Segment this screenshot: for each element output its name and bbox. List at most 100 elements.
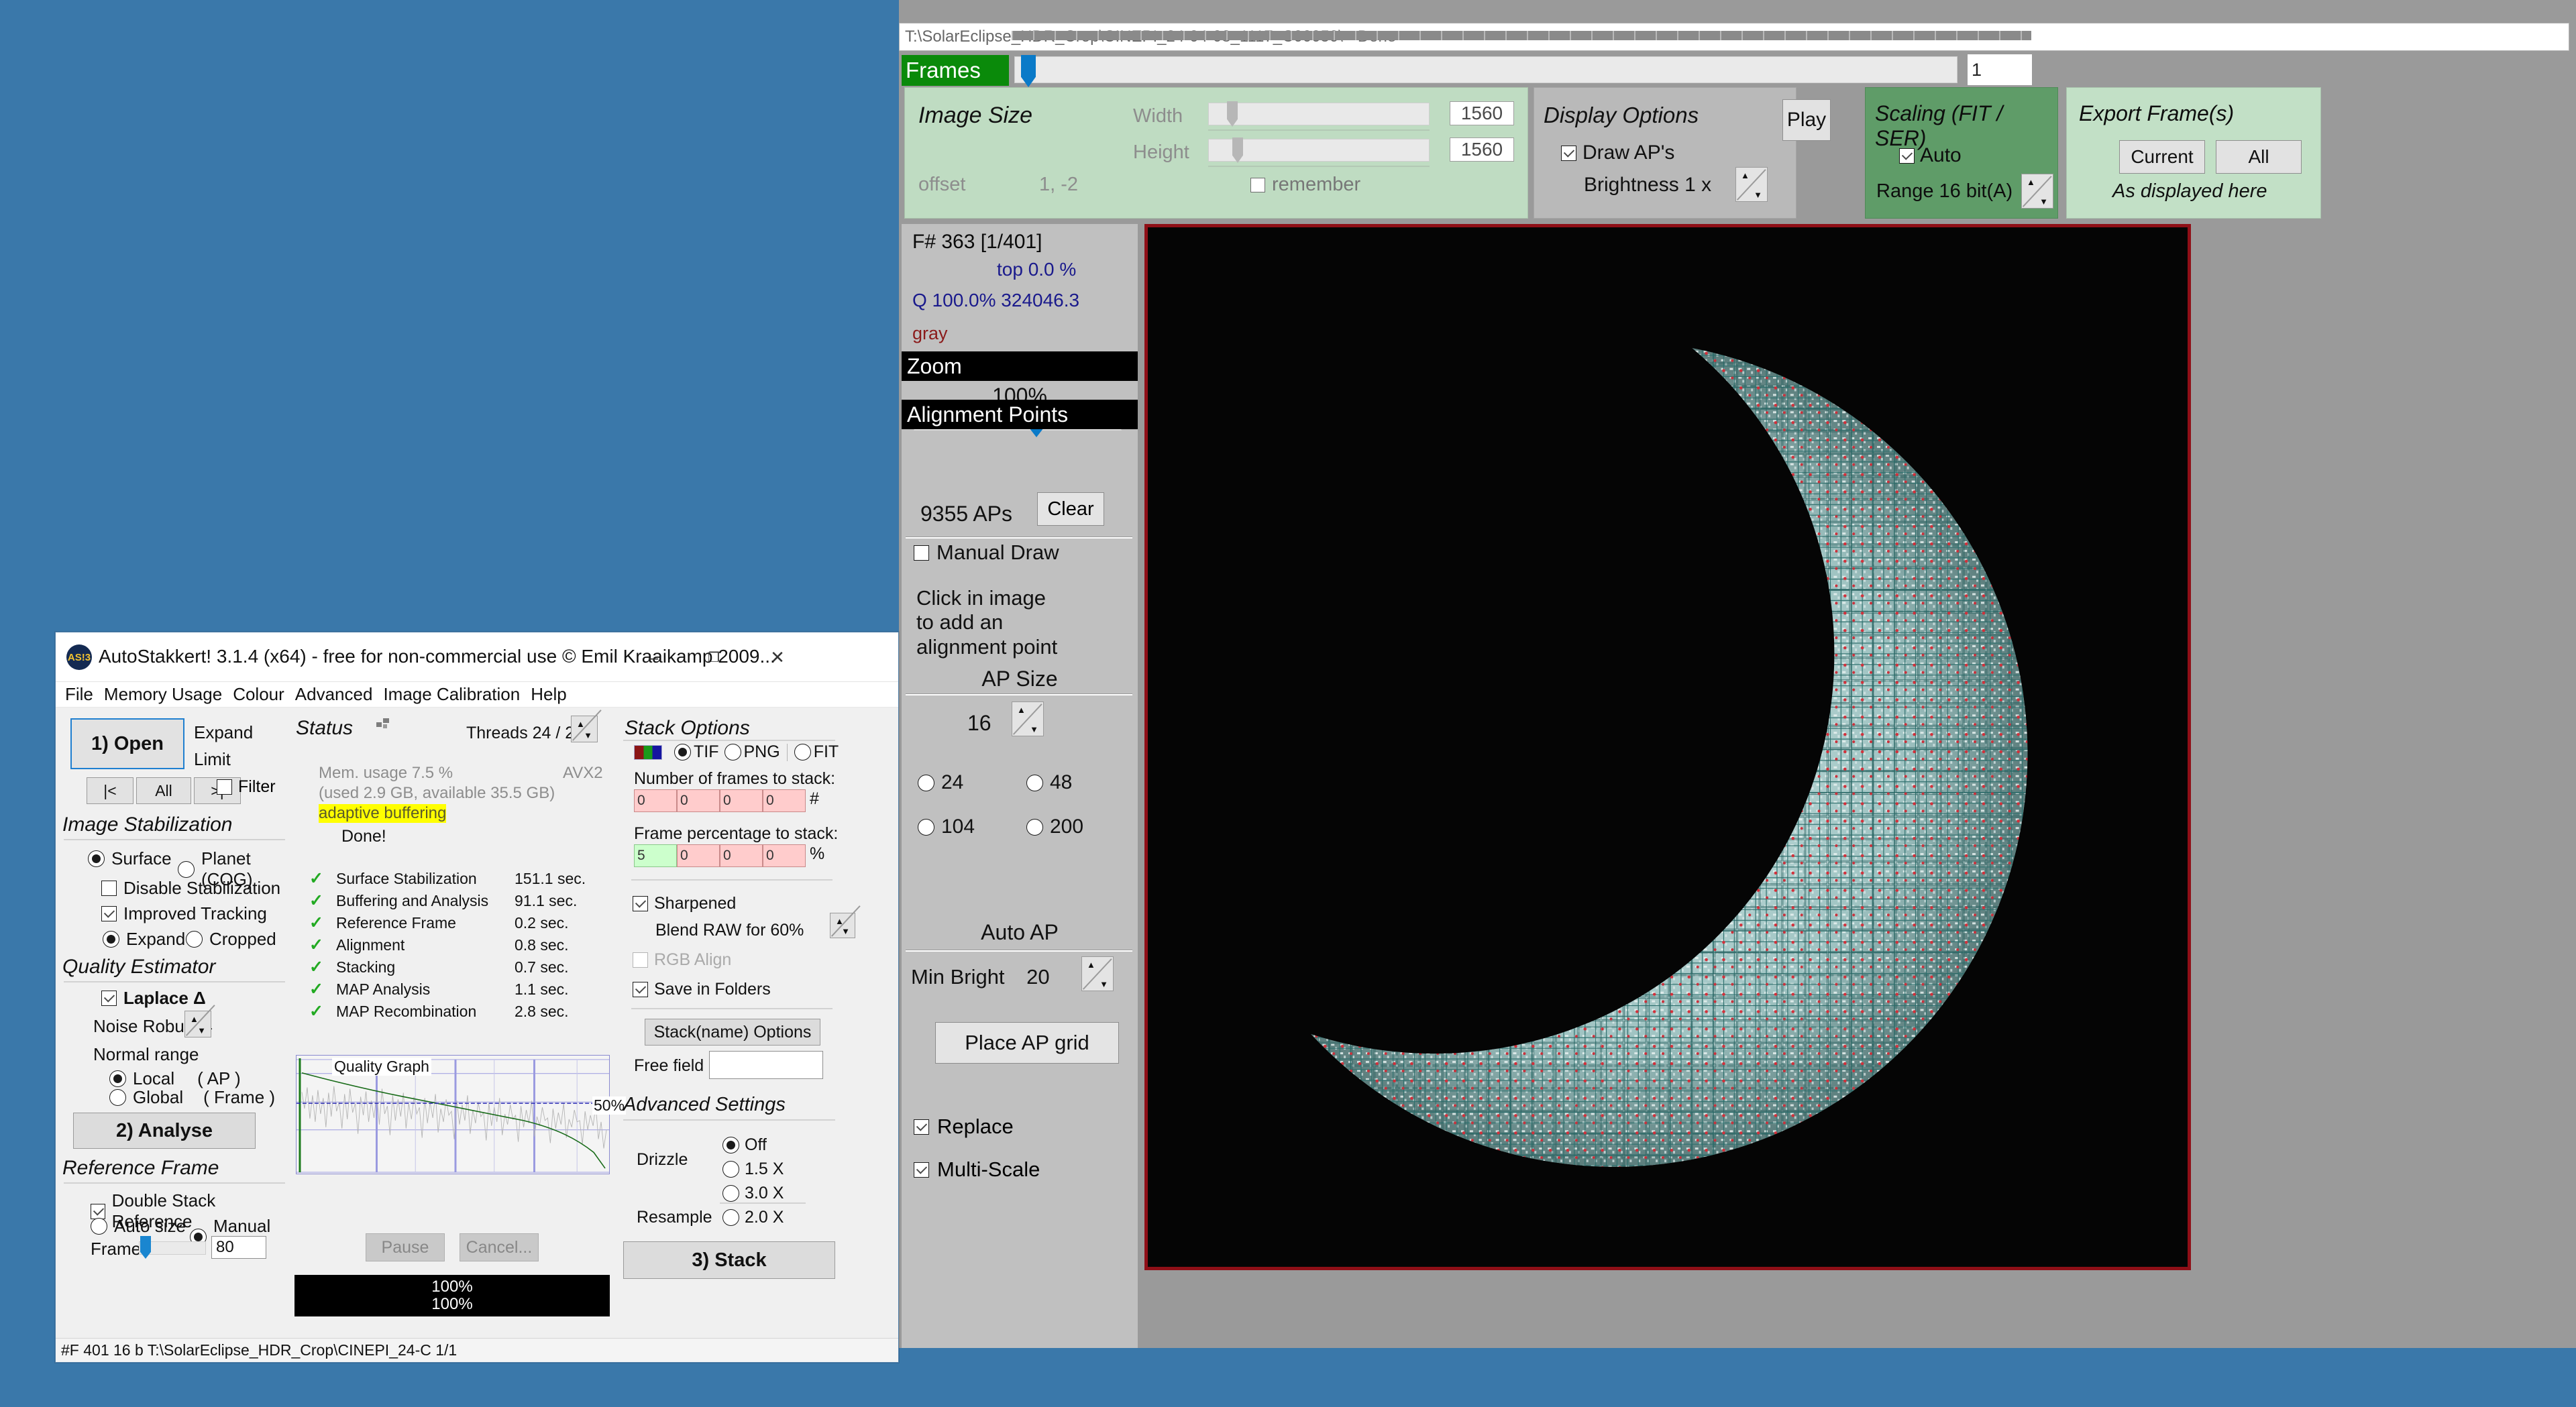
spinner-up-icon[interactable]: ▲: [1741, 170, 1750, 180]
analyse-button[interactable]: 2) Analyse: [73, 1113, 256, 1149]
menu-item-advanced[interactable]: Advanced: [295, 684, 373, 705]
expand-label[interactable]: Expand: [194, 722, 253, 743]
radio-icon[interactable]: [674, 744, 691, 761]
min-bright-spinner[interactable]: ▲ ▼: [1081, 956, 1114, 991]
radio-icon[interactable]: [109, 1070, 126, 1087]
radio-icon[interactable]: [109, 1089, 126, 1106]
drizzle-30-row[interactable]: 3.0 X: [722, 1184, 784, 1203]
spinner-down-icon[interactable]: ▼: [197, 1025, 206, 1035]
ap-size-option-48[interactable]: 48: [1026, 771, 1072, 794]
replace-row[interactable]: Replace: [914, 1115, 1014, 1139]
image-canvas[interactable]: [1144, 224, 2191, 1270]
ap-size-spinner[interactable]: ▲ ▼: [1012, 701, 1044, 736]
spinner-up-icon[interactable]: ▲: [1087, 960, 1095, 970]
laplace-row[interactable]: Laplace Δ: [101, 988, 206, 1009]
cancel-button[interactable]: Cancel...: [460, 1233, 539, 1261]
radio-icon[interactable]: [1026, 774, 1043, 791]
scaling-auto-checkbox[interactable]: [1899, 148, 1915, 164]
frame-number-input[interactable]: 1: [1967, 54, 2033, 86]
width-slider-track[interactable]: [1208, 103, 1430, 125]
resample-20-row[interactable]: 2.0 X: [722, 1208, 784, 1227]
auto-size-row[interactable]: Auto size: [91, 1216, 186, 1237]
sharpened-checkbox[interactable]: [633, 896, 648, 911]
num-frames-inputs[interactable]: 0 0 0 0 #: [634, 789, 819, 812]
frame-pct-input-4[interactable]: 0: [763, 844, 806, 867]
save-in-folders-row[interactable]: Save in Folders: [633, 980, 771, 999]
surface-radio-row[interactable]: Surface: [88, 848, 172, 869]
improved-tracking-row[interactable]: Improved Tracking: [101, 903, 267, 924]
spinner-down-icon[interactable]: ▼: [2039, 196, 2048, 207]
local-radio-row[interactable]: Local ( AP ): [109, 1068, 241, 1089]
global-radio-row[interactable]: Global ( Frame ): [109, 1087, 275, 1108]
draw-aps-row[interactable]: Draw AP's: [1561, 142, 1674, 164]
num-frames-input-2[interactable]: 0: [677, 789, 720, 812]
width-value[interactable]: 1560: [1450, 101, 1514, 125]
menu-item-memory[interactable]: Memory Usage: [104, 684, 222, 705]
menu-item-file[interactable]: File: [65, 684, 93, 705]
threads-spinner[interactable]: ▲ ▼: [571, 716, 598, 742]
radio-icon[interactable]: [794, 744, 811, 761]
blend-raw-spinner[interactable]: ▲ ▼: [830, 913, 855, 938]
ap-size-option-24[interactable]: 24: [918, 771, 963, 794]
spinner-down-icon[interactable]: ▼: [841, 926, 850, 936]
spinner-up-icon[interactable]: ▲: [2027, 177, 2035, 187]
num-frames-input-1[interactable]: 0: [634, 789, 677, 812]
spinner-down-icon[interactable]: ▼: [584, 730, 592, 740]
stack-button[interactable]: 3) Stack: [623, 1241, 835, 1279]
disable-stabilization-row[interactable]: Disable Stabilization: [101, 878, 280, 899]
radio-icon[interactable]: [1026, 818, 1043, 836]
drizzle-off-row[interactable]: Off: [722, 1135, 767, 1155]
manual-draw-checkbox[interactable]: [914, 545, 929, 561]
scaling-range-spinner[interactable]: ▲ ▼: [2021, 174, 2053, 209]
disable-stabilization-checkbox[interactable]: [101, 881, 117, 896]
remember-checkbox[interactable]: [1250, 177, 1265, 192]
output-format-row[interactable]: TIF PNG FIT: [674, 742, 839, 762]
multi-scale-checkbox[interactable]: [914, 1162, 929, 1178]
frame-pct-inputs[interactable]: 5 0 0 0 %: [634, 844, 824, 867]
draw-aps-checkbox[interactable]: [1561, 145, 1576, 161]
sharpened-row[interactable]: Sharpened: [633, 894, 736, 913]
radio-icon[interactable]: [103, 931, 119, 948]
play-button[interactable]: Play: [1782, 99, 1831, 141]
radio-icon[interactable]: [88, 850, 105, 867]
num-frames-input-3[interactable]: 0: [720, 789, 763, 812]
frames-slider-track[interactable]: [1014, 56, 1957, 83]
place-ap-grid-button[interactable]: Place AP grid: [935, 1022, 1119, 1064]
pause-button[interactable]: Pause: [366, 1233, 445, 1261]
manual-draw-row[interactable]: Manual Draw: [914, 541, 1059, 565]
radio-icon[interactable]: [91, 1218, 107, 1235]
expand-radio-row[interactable]: Expand: [103, 929, 185, 950]
stack-name-options-button[interactable]: Stack(name) Options: [645, 1019, 820, 1046]
scaling-auto-row[interactable]: Auto: [1899, 144, 1962, 167]
laplace-checkbox[interactable]: [101, 991, 117, 1006]
radio-icon[interactable]: [724, 744, 741, 761]
ref-frames-value[interactable]: 80: [211, 1236, 266, 1259]
menu-item-help[interactable]: Help: [531, 684, 566, 705]
radio-icon[interactable]: [178, 860, 195, 878]
brightness-spinner[interactable]: ▲ ▼: [1735, 167, 1768, 202]
radio-icon[interactable]: [722, 1209, 739, 1226]
remember-checkbox-row[interactable]: remember: [1250, 174, 1360, 196]
radio-icon[interactable]: [186, 931, 203, 948]
spinner-up-icon[interactable]: ▲: [576, 719, 585, 729]
menu-item-image-calibration[interactable]: Image Calibration: [383, 684, 520, 705]
frame-pct-input-3[interactable]: 0: [720, 844, 763, 867]
menu-item-colour[interactable]: Colour: [233, 684, 284, 705]
limit-label[interactable]: Limit: [194, 749, 231, 770]
num-frames-input-4[interactable]: 0: [763, 789, 806, 812]
radio-icon[interactable]: [918, 774, 934, 791]
radio-icon[interactable]: [918, 818, 934, 836]
export-all-button[interactable]: All: [2216, 140, 2302, 174]
ap-size-option-200[interactable]: 200: [1026, 815, 1083, 838]
replace-checkbox[interactable]: [914, 1119, 929, 1135]
ap-size-option-104[interactable]: 104: [918, 815, 975, 838]
nav-first-button[interactable]: |<: [87, 777, 133, 804]
maximize-button[interactable]: ❐: [693, 642, 735, 673]
filter-row[interactable]: Filter: [217, 777, 276, 797]
frame-pct-input-1[interactable]: 5: [634, 844, 677, 867]
spinner-down-icon[interactable]: ▼: [1030, 724, 1038, 734]
close-button[interactable]: ✕: [757, 642, 798, 673]
spinner-up-icon[interactable]: ▲: [835, 916, 844, 926]
height-value[interactable]: 1560: [1450, 137, 1514, 162]
spinner-up-icon[interactable]: ▲: [1017, 705, 1026, 715]
